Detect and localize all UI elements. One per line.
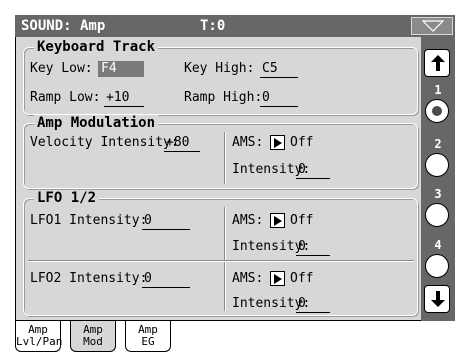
- horizontal-divider: [28, 260, 414, 261]
- lfo1-intensity-label: LFO1 Intensity:: [30, 213, 148, 228]
- key-low-field[interactable]: F4: [98, 61, 144, 77]
- lfo1-intensity-field[interactable]: 0: [142, 213, 190, 230]
- lfo2-intensity-field[interactable]: 0: [142, 271, 190, 288]
- lfo1-ams-value: Off: [290, 213, 314, 228]
- lfo2-ams-label: AMS:: [232, 271, 264, 286]
- triangle-right-icon: [274, 274, 282, 284]
- tab-label-line2: EG: [141, 335, 155, 348]
- page-number-3: 3: [434, 187, 442, 201]
- keyboard-track-group: Keyboard Track Key Low: F4 Key High: C5 …: [23, 39, 418, 115]
- intensity-field[interactable]: 0: [296, 162, 330, 179]
- keyboard-track-title: Keyboard Track: [34, 39, 159, 55]
- page-radio-2[interactable]: [425, 153, 449, 177]
- page-number-1: 1: [434, 83, 442, 97]
- page-selector-column: 1 2 3 4: [421, 37, 455, 321]
- arrow-up-icon: [431, 55, 445, 71]
- ams-value: Off: [290, 135, 314, 150]
- lfo-group: LFO 1/2 LFO1 Intensity: 0 AMS: Off Inten…: [23, 190, 418, 316]
- track-indicator: T:0: [200, 18, 226, 34]
- amp-modulation-group: Amp Modulation Velocity Intensity: +80 A…: [23, 115, 418, 189]
- key-high-field[interactable]: C5: [260, 61, 298, 78]
- amp-modulation-title: Amp Modulation: [34, 115, 159, 131]
- tab-amp-lvl-pan[interactable]: Amp Lvl/Pan: [15, 321, 63, 352]
- page-radio-4[interactable]: [425, 254, 449, 278]
- lfo2-intensity-label: LFO2 Intensity:: [30, 271, 148, 286]
- lfo2-ams-value: Off: [290, 271, 314, 286]
- main-panel: Keyboard Track Key Low: F4 Key High: C5 …: [15, 37, 421, 321]
- velocity-intensity-field[interactable]: +80: [164, 135, 200, 152]
- lfo-title: LFO 1/2: [34, 190, 100, 206]
- lfo1-ams-label: AMS:: [232, 213, 264, 228]
- vertical-divider: [224, 132, 225, 184]
- lfo2-intensity2-field[interactable]: 0: [296, 296, 330, 313]
- lfo1-intensity2-field[interactable]: 0: [296, 239, 330, 256]
- scroll-down-button[interactable]: [424, 285, 450, 313]
- page-number-2: 2: [434, 137, 442, 151]
- key-high-label: Key High:: [184, 61, 255, 76]
- ramp-low-field[interactable]: +10: [104, 90, 144, 107]
- key-low-label: Key Low:: [30, 61, 93, 76]
- ramp-low-label: Ramp Low:: [30, 90, 101, 105]
- velocity-intensity-label: Velocity Intensity:: [30, 135, 179, 150]
- ramp-high-field[interactable]: 0: [260, 90, 298, 107]
- vertical-divider: [224, 207, 225, 311]
- sound-amp-screen: SOUND: Amp T:0 Keyboard Track Key Low: F…: [0, 0, 471, 358]
- scroll-up-button[interactable]: [424, 49, 450, 77]
- ams-popup-button[interactable]: [270, 135, 285, 150]
- ramp-high-label: Ramp High:: [184, 90, 263, 105]
- page-radio-3[interactable]: [425, 203, 449, 227]
- page-radio-1[interactable]: [425, 99, 449, 123]
- triangle-right-icon: [274, 138, 282, 148]
- title-bar: SOUND: Amp T:0: [15, 15, 455, 37]
- tab-amp-eg[interactable]: Amp EG: [125, 321, 171, 352]
- page-title: SOUND: Amp: [21, 18, 106, 34]
- tab-label-line2: Lvl/Pan: [16, 335, 63, 348]
- ams-label: AMS:: [232, 135, 264, 150]
- triangle-down-icon: [422, 20, 444, 32]
- page-number-4: 4: [434, 238, 442, 252]
- lfo2-ams-popup-button[interactable]: [270, 271, 285, 286]
- triangle-right-icon: [274, 216, 282, 226]
- tab-label-line2: Mod: [83, 335, 103, 348]
- tab-amp-mod[interactable]: Amp Mod: [70, 321, 116, 352]
- lfo1-ams-popup-button[interactable]: [270, 213, 285, 228]
- page-menu-button[interactable]: [411, 17, 453, 35]
- arrow-down-icon: [431, 291, 445, 307]
